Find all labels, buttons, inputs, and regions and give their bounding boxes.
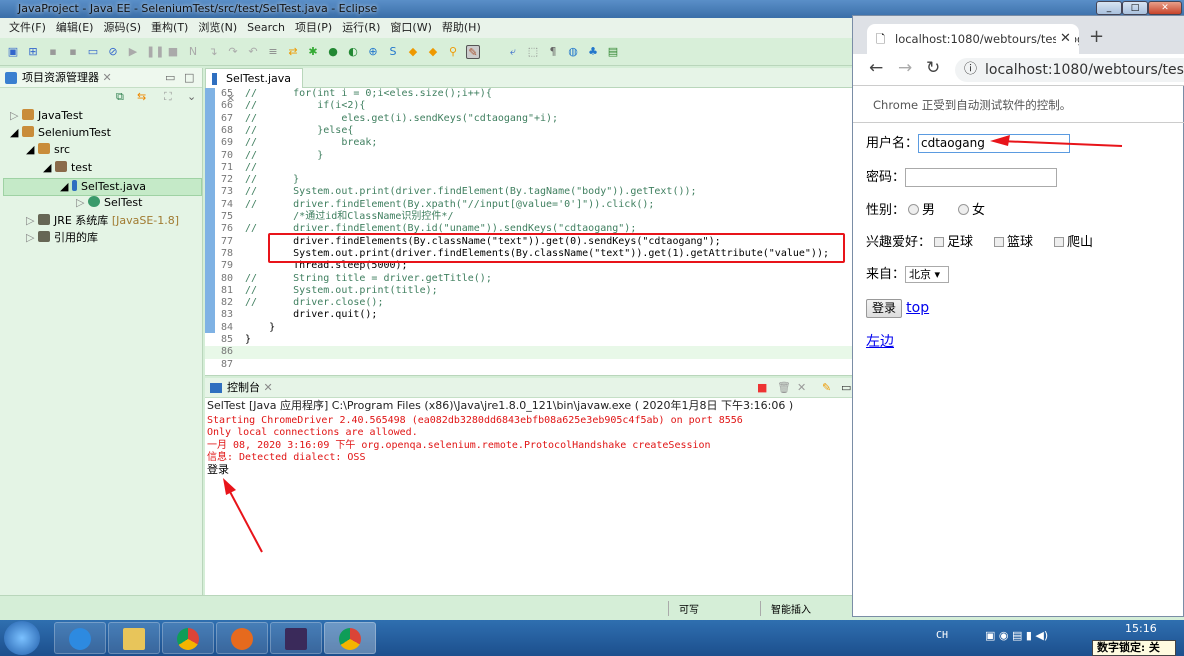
folder-icon — [123, 628, 145, 650]
start-button[interactable] — [4, 621, 40, 655]
taskbar-eclipse[interactable] — [270, 622, 322, 654]
clock[interactable]: 15:16 — [1125, 622, 1157, 635]
arrow-to-console-output — [223, 478, 263, 553]
annotation-arrows — [223, 135, 1123, 553]
taskbar-chrome[interactable] — [162, 622, 214, 654]
tray-icons[interactable]: ▣ ◉ ▤ ▮ ◀) — [985, 629, 1048, 642]
eclipse-icon — [285, 628, 307, 650]
ie-icon — [69, 628, 91, 650]
arrow-to-username — [990, 135, 1123, 147]
firefox-icon — [231, 628, 253, 650]
taskbar-ie[interactable] — [54, 622, 106, 654]
taskbar-chrome-2[interactable] — [324, 622, 376, 654]
taskbar: CH ▣ ◉ ▤ ▮ ◀) 15:16 — [0, 620, 1184, 656]
chrome-icon — [339, 628, 361, 650]
chrome-icon — [177, 628, 199, 650]
taskbar-explorer[interactable] — [108, 622, 160, 654]
input-language[interactable]: CH — [936, 630, 948, 641]
taskbar-firefox[interactable] — [216, 622, 268, 654]
numlock-tooltip: 数字锁定: 关 — [1092, 640, 1176, 656]
